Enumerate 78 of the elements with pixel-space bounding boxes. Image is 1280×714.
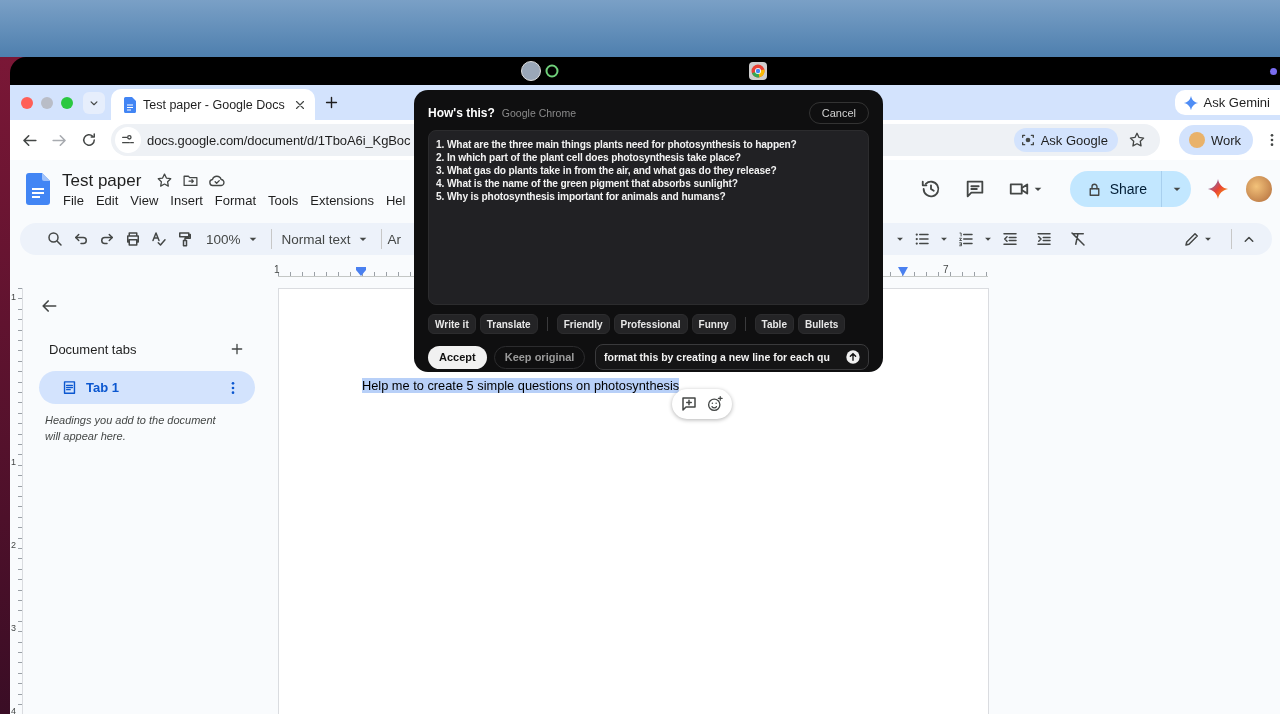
pencil-icon[interactable] bbox=[1183, 230, 1201, 248]
paint-format-icon[interactable] bbox=[176, 230, 194, 248]
sparkle-icon[interactable] bbox=[1207, 178, 1229, 200]
star-icon[interactable] bbox=[156, 172, 174, 189]
reload-icon[interactable] bbox=[80, 131, 98, 149]
suggestion-chip[interactable]: Friendly bbox=[556, 314, 610, 334]
menu-item[interactable]: Tools bbox=[268, 192, 299, 208]
history-icon[interactable] bbox=[919, 178, 942, 200]
account-avatar[interactable] bbox=[1246, 176, 1272, 202]
add-emoji-icon[interactable] bbox=[706, 395, 724, 413]
accept-button[interactable]: Accept bbox=[428, 345, 487, 369]
zoom-dropdown[interactable]: 100% bbox=[202, 231, 265, 247]
url-text: docs.google.com/document/d/1TboA6i_KgBoc bbox=[147, 132, 411, 148]
ask-google-button[interactable]: Ask Google bbox=[1013, 128, 1118, 152]
ruler-number: 2 bbox=[11, 540, 16, 550]
document-icon bbox=[61, 379, 78, 396]
search-icon[interactable] bbox=[46, 230, 64, 248]
prompt-field[interactable]: format this by creating a new line for each qu bbox=[595, 344, 869, 370]
popup-title: How's this? bbox=[428, 106, 495, 120]
menu-item[interactable]: Hel bbox=[385, 192, 406, 208]
add-comment-icon[interactable] bbox=[680, 395, 698, 413]
menu-item[interactable]: Format bbox=[214, 192, 256, 208]
profile-button[interactable]: Work bbox=[1178, 125, 1253, 155]
decrease-indent-icon[interactable] bbox=[1001, 230, 1019, 248]
tab-title: Test paper - Google Docs bbox=[143, 97, 286, 112]
bulleted-list-icon[interactable] bbox=[913, 230, 931, 248]
style-dropdown[interactable]: Normal text bbox=[277, 231, 375, 247]
indent-marker[interactable] bbox=[356, 267, 366, 276]
chrome-icon[interactable] bbox=[749, 62, 767, 80]
menu-item[interactable]: Insert bbox=[170, 192, 203, 208]
result-line: 5. Why is photosynthesis important for animals and humans? bbox=[436, 190, 727, 203]
status-dot bbox=[1270, 67, 1277, 75]
result-line: 4. What is the name of the green pigment that absorbs sunlight? bbox=[436, 177, 739, 190]
menu-item[interactable]: Extensions bbox=[310, 192, 374, 208]
suggestion-chip[interactable]: Funny bbox=[691, 314, 736, 334]
font-dropdown[interactable]: Ar bbox=[387, 231, 402, 247]
new-tab-icon[interactable] bbox=[323, 94, 340, 111]
print-icon[interactable] bbox=[124, 230, 142, 248]
suggestion-chip[interactable]: Table bbox=[754, 314, 794, 334]
ruler-number: 3 bbox=[11, 623, 16, 633]
document-tab[interactable]: Tab 1 bbox=[39, 371, 255, 404]
send-icon[interactable] bbox=[845, 349, 861, 365]
suggestion-chip[interactable]: Professional bbox=[613, 314, 688, 334]
increase-indent-icon[interactable] bbox=[1035, 230, 1053, 248]
result-line: 3. What gas do plants take in from the air, and what gas do they release? bbox=[436, 164, 778, 177]
document-title[interactable]: Test paper bbox=[62, 170, 142, 191]
numbered-list-icon[interactable] bbox=[957, 230, 975, 248]
add-tab-icon[interactable] bbox=[229, 341, 245, 357]
ruler-number: 1 bbox=[11, 457, 16, 467]
menu-item[interactable]: File bbox=[63, 192, 84, 208]
profile-avatar bbox=[1188, 132, 1205, 148]
document-tabs-heading: Document tabs bbox=[49, 341, 138, 357]
suggestion-chip[interactable]: Bullets bbox=[797, 314, 846, 334]
ruler-number: 4 bbox=[11, 706, 16, 714]
bookmark-star-icon[interactable] bbox=[1127, 131, 1146, 149]
outline-hint: Headings you add to the document will appear here. bbox=[45, 413, 217, 444]
spellcheck-icon[interactable] bbox=[150, 230, 168, 248]
menu-item[interactable]: Edit bbox=[95, 192, 119, 208]
menu-item[interactable]: View bbox=[130, 192, 159, 208]
ruler-number: 7 bbox=[943, 264, 949, 275]
popup-source: Google Chrome bbox=[501, 107, 576, 119]
result-line: 2. In which part of the plant cell does photosynthesis take place? bbox=[436, 151, 742, 164]
progress-ring-icon bbox=[545, 64, 559, 78]
result-line: 1. What are the three main things plants need for photosynthesis to happen? bbox=[436, 138, 798, 151]
clear-formatting-icon[interactable] bbox=[1069, 230, 1087, 248]
sparkle-icon bbox=[1182, 94, 1199, 111]
docs-icon bbox=[124, 96, 136, 113]
suggestion-chip[interactable]: Write it bbox=[428, 314, 476, 334]
indent-marker[interactable] bbox=[898, 267, 908, 276]
document-text: Help me to create 5 simple questions on photosynthesis bbox=[362, 378, 680, 393]
browser-tab[interactable]: Test paper - Google Docs bbox=[111, 89, 315, 120]
ruler-number: 1 bbox=[274, 264, 280, 275]
ask-gemini-button[interactable]: Ask Gemini bbox=[1174, 90, 1280, 115]
docs-logo-icon[interactable] bbox=[26, 173, 50, 205]
user-avatar[interactable] bbox=[521, 61, 541, 81]
ruler-number: 1 bbox=[11, 292, 16, 302]
lens-icon bbox=[1019, 132, 1036, 148]
suggestion-chip[interactable]: Translate bbox=[479, 314, 538, 334]
